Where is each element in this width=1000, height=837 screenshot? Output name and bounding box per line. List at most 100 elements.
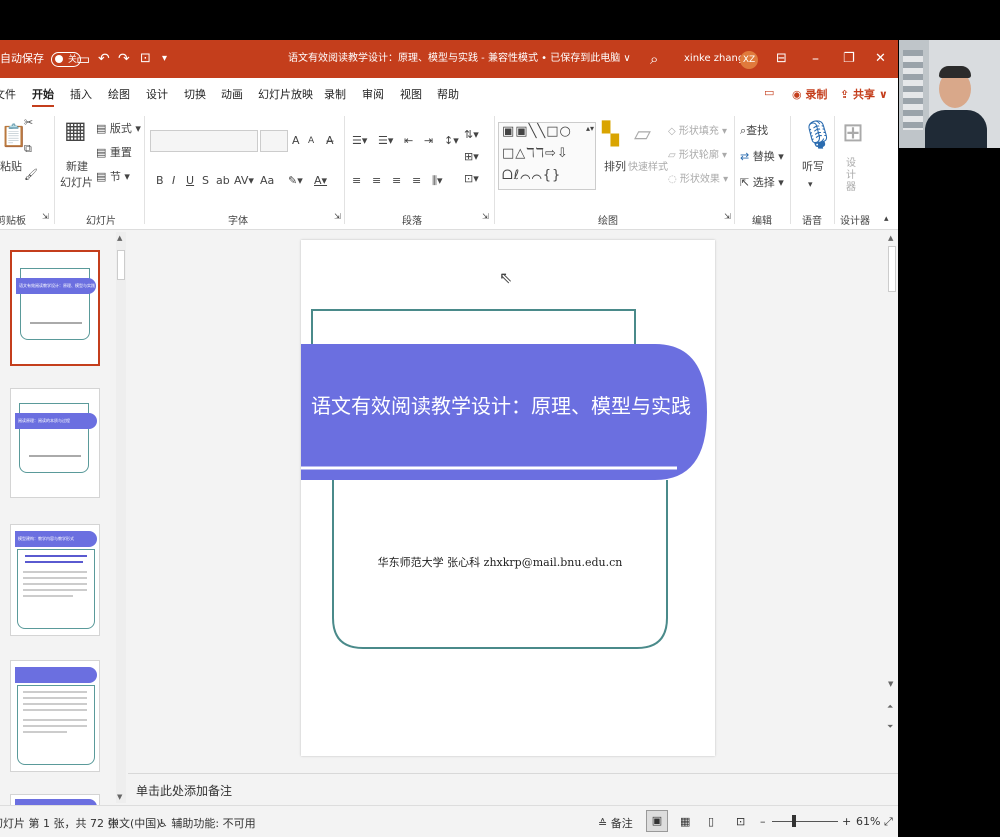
search-icon[interactable]: ⌕ xyxy=(650,40,658,78)
slide-thumbnail[interactable]: 阅读原理：阅读的本质与过程 xyxy=(10,388,100,498)
shadow-button[interactable]: S xyxy=(202,174,209,187)
section-button[interactable]: ▤ 节 ▾ xyxy=(96,168,130,184)
font-name-dropdown[interactable] xyxy=(150,130,258,152)
slide-thumbnail[interactable]: 语文有效阅读教学设计：原理、模型与实践 xyxy=(10,250,100,366)
align-left-icon[interactable]: ≡ xyxy=(352,174,361,187)
dictate-dropdown-icon[interactable]: ▾ xyxy=(808,180,813,190)
font-launcher-icon[interactable]: ⇲ xyxy=(334,212,341,221)
scroll-down-icon[interactable]: ▼ xyxy=(888,680,893,688)
arrange-icon[interactable]: ▚ xyxy=(602,122,619,147)
align-center-icon[interactable]: ≡ xyxy=(372,174,381,187)
slide-thumbnail[interactable]: 模型建构：教学内容与教学形式 xyxy=(10,524,100,636)
designer-icon[interactable]: ⊞ xyxy=(842,118,864,148)
bold-button[interactable]: B xyxy=(156,174,164,187)
next-slide-icon[interactable]: ⏷ xyxy=(887,722,893,732)
shape-outline-button[interactable]: ▱ 形状轮廓 ▾ xyxy=(668,146,727,161)
tab-help[interactable]: 帮助 xyxy=(437,86,459,102)
replace-button[interactable]: ⇄ 替换 ▾ xyxy=(740,148,784,164)
tab-view[interactable]: 视图 xyxy=(400,86,422,102)
normal-view-icon[interactable]: ▣ xyxy=(646,810,668,832)
slide-title[interactable]: 语文有效阅读教学设计：原理、模型与实践 xyxy=(301,390,701,419)
grow-font-button[interactable]: A xyxy=(292,134,300,147)
fit-to-window-button[interactable]: ⤢ xyxy=(884,815,893,829)
shapes-more-icon[interactable]: ▴▾ xyxy=(586,124,594,133)
quick-styles-icon[interactable]: ▱ xyxy=(634,122,651,147)
scroll-thumb[interactable] xyxy=(117,250,125,280)
ribbon-display-icon[interactable]: ⊟ xyxy=(776,40,787,78)
drawing-launcher-icon[interactable]: ⇲ xyxy=(724,212,731,221)
notes-toggle-button[interactable]: ≙ 备注 xyxy=(598,815,633,831)
quick-styles-button[interactable]: 快速样式 xyxy=(628,158,668,173)
reading-view-icon[interactable]: ▯ xyxy=(708,815,714,828)
zoom-out-button[interactable]: – xyxy=(760,815,766,828)
paste-button[interactable]: 粘贴 xyxy=(0,158,22,174)
columns-icon[interactable]: ⫼▾ xyxy=(432,174,443,188)
shrink-font-button[interactable]: A xyxy=(308,136,314,146)
save-icon[interactable]: ▭ xyxy=(76,40,90,78)
zoom-level[interactable]: 61% xyxy=(856,815,880,828)
tab-record[interactable]: 录制 xyxy=(324,86,346,102)
close-button[interactable]: ✕ xyxy=(875,40,886,78)
tab-draw[interactable]: 绘图 xyxy=(108,86,130,102)
present-icon[interactable]: ⊡ xyxy=(140,40,151,78)
underline-button[interactable]: U xyxy=(186,174,194,187)
tab-transitions[interactable]: 切换 xyxy=(184,86,206,102)
copy-icon[interactable]: ⧉ xyxy=(24,142,32,156)
tab-review[interactable]: 审阅 xyxy=(362,86,384,102)
autosave-control[interactable]: 自动保存 关 xyxy=(0,40,81,78)
microphone-icon[interactable]: 🎙 xyxy=(800,118,836,151)
slide-author[interactable]: 华东师范大学 张心科 zhxkrp@mail.bnu.edu.cn xyxy=(333,554,667,570)
shape-fill-button[interactable]: ◇ 形状填充 ▾ xyxy=(668,122,727,137)
slide-thumbnail[interactable] xyxy=(10,660,100,772)
bullets-icon[interactable]: ☰▾ xyxy=(352,134,367,147)
notes-placeholder[interactable]: 单击此处添加备注 xyxy=(136,782,232,799)
slide-editor[interactable]: 语文有效阅读教学设计：原理、模型与实践 华东师范大学 张心科 zhxkrp@ma… xyxy=(128,232,886,772)
reset-button[interactable]: ▤ 重置 xyxy=(96,144,132,160)
shapes-row-3[interactable]: ᗝℓ⌒⌒{} xyxy=(502,168,561,183)
document-title[interactable]: 语文有效阅读教学设计：原理、模型与实践 - 兼容性模式 • 已保存到此电脑 ∨ xyxy=(288,40,631,78)
char-spacing-icon[interactable]: AV▾ xyxy=(234,174,254,187)
font-size-dropdown[interactable] xyxy=(260,130,288,152)
language-indicator[interactable]: 中文(中国) xyxy=(108,815,161,831)
find-button[interactable]: ⌕查找 xyxy=(740,122,768,138)
current-slide[interactable]: 语文有效阅读教学设计：原理、模型与实践 华东师范大学 张心科 zhxkrp@ma… xyxy=(301,240,715,756)
zoom-slider-thumb[interactable] xyxy=(792,815,796,827)
user-avatar[interactable]: XZ xyxy=(740,40,758,78)
scroll-up-icon[interactable]: ▲ xyxy=(117,234,122,242)
notes-pane[interactable]: 单击此处添加备注 xyxy=(128,773,898,805)
shapes-row-1[interactable]: ▣▣╲╲□○ xyxy=(502,124,572,139)
previous-slide-icon[interactable]: ⏶ xyxy=(887,702,893,712)
layout-button[interactable]: ▤ 版式 ▾ xyxy=(96,120,141,136)
select-button[interactable]: ⇱ 选择 ▾ xyxy=(740,174,784,190)
justify-icon[interactable]: ≡ xyxy=(412,174,421,187)
slide-sorter-icon[interactable]: ▦ xyxy=(680,815,690,828)
scroll-down-icon[interactable]: ▼ xyxy=(117,793,122,801)
align-text-icon[interactable]: ⊞▾ xyxy=(464,150,479,163)
tab-insert[interactable]: 插入 xyxy=(70,86,92,102)
collapse-ribbon-icon[interactable]: ▴ xyxy=(884,214,889,224)
smartart-icon[interactable]: ⊡▾ xyxy=(464,172,479,185)
user-name[interactable]: xinke zhang xyxy=(684,40,744,78)
tab-design[interactable]: 设计 xyxy=(146,86,168,102)
font-color-icon[interactable]: A▾ xyxy=(314,174,327,187)
thumbnail-scrollbar[interactable]: ▲ ▼ xyxy=(116,232,126,803)
restore-button[interactable]: ❐ xyxy=(843,40,855,78)
change-case-button[interactable]: Aa xyxy=(260,174,274,187)
cut-icon[interactable]: ✂ xyxy=(24,116,33,129)
clear-format-icon[interactable]: A̶ xyxy=(326,134,334,147)
customize-qat-icon[interactable]: ▾ xyxy=(162,40,167,78)
scroll-thumb[interactable] xyxy=(888,246,896,292)
new-slide-icon[interactable]: ▦ xyxy=(64,116,87,144)
numbering-icon[interactable]: ☰▾ xyxy=(378,134,393,147)
slideshow-view-icon[interactable]: ⊡ xyxy=(736,815,745,828)
dictate-button[interactable]: 听写 xyxy=(802,158,824,174)
share-button[interactable]: ⇪ 共享 ∨ xyxy=(840,86,888,102)
clipboard-launcher-icon[interactable]: ⇲ xyxy=(42,212,49,221)
paragraph-launcher-icon[interactable]: ⇲ xyxy=(482,212,489,221)
shape-effects-button[interactable]: ◌ 形状效果 ▾ xyxy=(668,170,728,185)
strikethrough-icon[interactable]: ab xyxy=(216,174,230,187)
align-right-icon[interactable]: ≡ xyxy=(392,174,401,187)
increase-indent-icon[interactable]: ⇥ xyxy=(424,134,433,147)
arrange-button[interactable]: 排列 xyxy=(604,158,626,174)
record-button[interactable]: ◉ 录制 xyxy=(792,86,827,102)
